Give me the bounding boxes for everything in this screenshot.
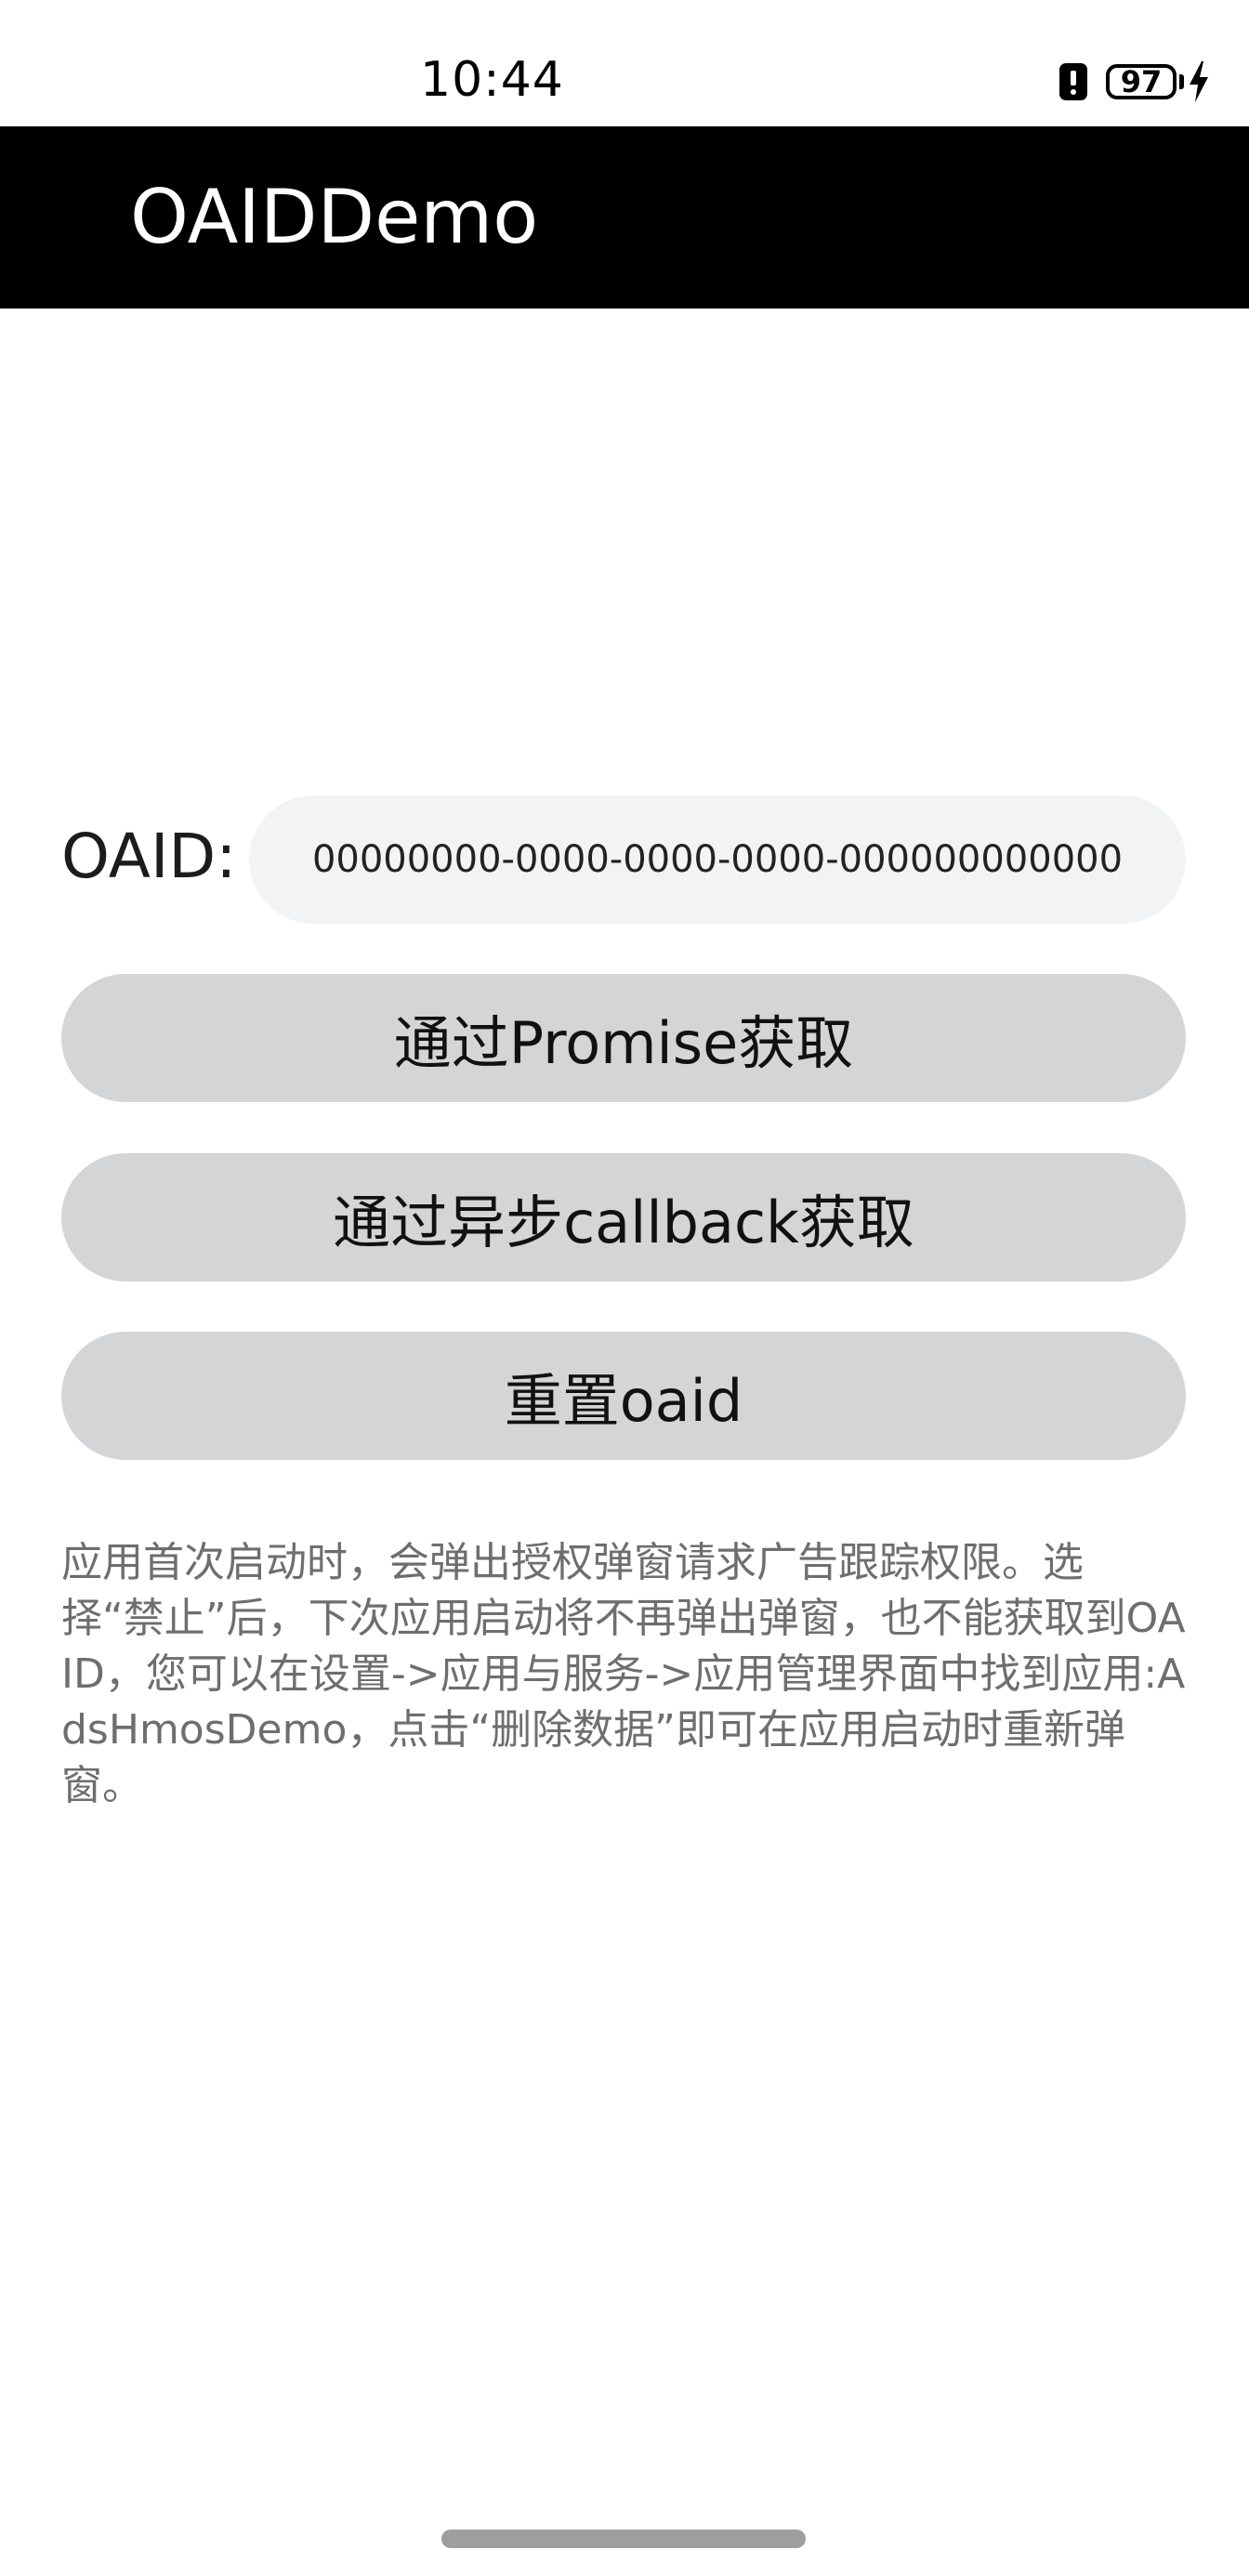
alert-icon bbox=[1059, 63, 1087, 100]
oaid-row: OAID: bbox=[61, 795, 1186, 924]
battery-level: 97 bbox=[1120, 64, 1163, 99]
app-bar: OAIDDemo bbox=[0, 126, 1249, 309]
oaid-label: OAID: bbox=[61, 821, 237, 892]
status-icons: 97 bbox=[1059, 59, 1210, 104]
status-bar: 10:44 97 bbox=[0, 0, 1249, 126]
reset-oaid-button[interactable]: 重置oaid bbox=[61, 1332, 1186, 1460]
status-time: 10:44 bbox=[420, 52, 564, 108]
app-screen: 10:44 97 OAIDDemo OAID: 通过Promise获取 通过异步… bbox=[0, 0, 1249, 2576]
get-by-callback-button[interactable]: 通过异步callback获取 bbox=[61, 1153, 1186, 1281]
charging-bolt-icon bbox=[1190, 61, 1208, 102]
battery-nub-icon bbox=[1179, 74, 1184, 89]
battery-icon: 97 bbox=[1106, 64, 1177, 99]
oaid-field[interactable] bbox=[249, 795, 1186, 924]
permission-note: 应用首次启动时，会弹出授权弹窗请求广告跟踪权限。选择“禁止”后，下次应用启动将不… bbox=[61, 1539, 1186, 1809]
app-title: OAIDDemo bbox=[130, 174, 539, 260]
home-indicator[interactable] bbox=[441, 2530, 806, 2548]
get-by-promise-button[interactable]: 通过Promise获取 bbox=[61, 974, 1186, 1102]
